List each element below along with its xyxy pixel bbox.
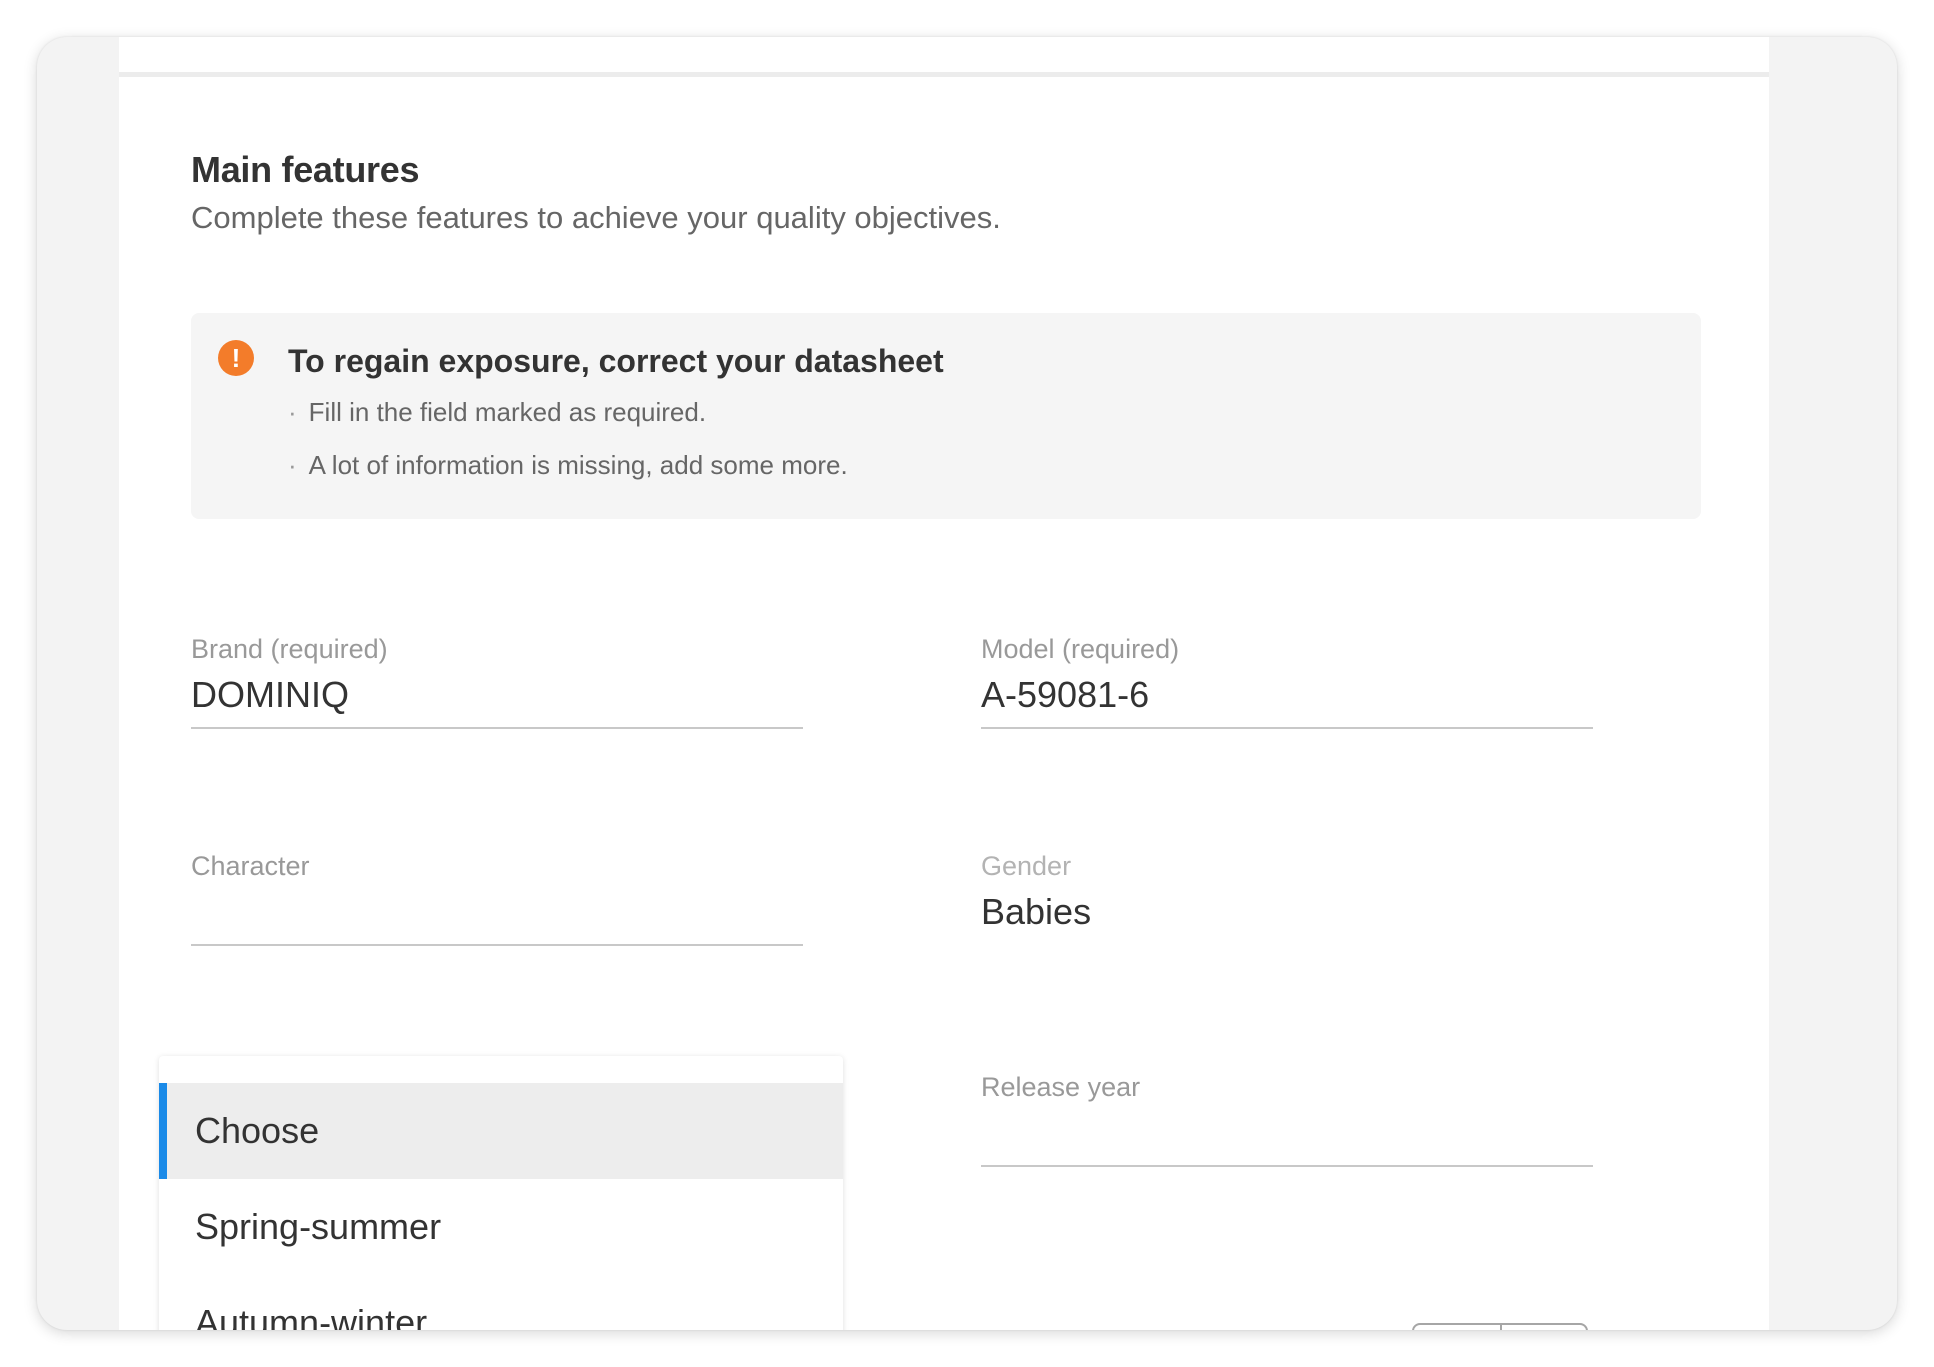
gender-field[interactable]: Gender Babies — [981, 851, 1593, 938]
season-dropdown-menu[interactable]: Choose Spring-summer Autumn-winter — [159, 1056, 843, 1330]
datasheet-page: Main features Complete these features to… — [119, 37, 1769, 1330]
model-underline — [981, 727, 1593, 729]
gender-value[interactable]: Babies — [981, 886, 1593, 938]
character-input[interactable] — [191, 886, 803, 938]
character-field[interactable]: Character — [191, 851, 803, 946]
character-label: Character — [191, 851, 310, 881]
bullet-icon: · — [288, 397, 297, 427]
alert-title: To regain exposure, correct your datashe… — [288, 343, 944, 379]
release-year-field[interactable]: Release year — [981, 1072, 1593, 1167]
alert-item-text: Fill in the field marked as required. — [308, 397, 707, 427]
model-label: Model (required) — [981, 634, 1180, 664]
brand-field[interactable]: Brand (required) DOMINIQ — [191, 634, 803, 729]
bullet-icon: · — [288, 450, 297, 480]
segment-divider — [1500, 1325, 1502, 1330]
model-field[interactable]: Model (required) A-59081-6 — [981, 634, 1593, 729]
section-subtitle: Complete these features to achieve your … — [191, 200, 1001, 235]
segmented-control[interactable] — [1412, 1323, 1588, 1330]
release-year-input[interactable] — [981, 1107, 1593, 1159]
alert-item: · A lot of information is missing, add so… — [288, 450, 848, 503]
warning-alert: ! To regain exposure, correct your datas… — [191, 313, 1701, 519]
device-frame: Main features Complete these features to… — [37, 37, 1897, 1330]
dropdown-option-autumn-winter[interactable]: Autumn-winter — [159, 1275, 843, 1330]
release-year-label: Release year — [981, 1072, 1141, 1102]
brand-underline — [191, 727, 803, 729]
section-title: Main features — [191, 149, 420, 190]
alert-list: · Fill in the field marked as required. ·… — [288, 397, 848, 503]
alert-item-text: A lot of information is missing, add som… — [308, 450, 848, 480]
character-underline — [191, 944, 803, 946]
gender-label: Gender — [981, 851, 1072, 881]
brand-input[interactable]: DOMINIQ — [191, 669, 803, 721]
release-year-underline — [981, 1165, 1593, 1167]
alert-item: · Fill in the field marked as required. — [288, 397, 848, 450]
brand-label: Brand (required) — [191, 634, 388, 664]
dropdown-option-choose[interactable]: Choose — [159, 1083, 843, 1179]
dropdown-option-spring-summer[interactable]: Spring-summer — [159, 1179, 843, 1275]
exclamation-circle-icon: ! — [218, 340, 254, 376]
model-input[interactable]: A-59081-6 — [981, 669, 1593, 721]
header-strip — [119, 37, 1769, 77]
